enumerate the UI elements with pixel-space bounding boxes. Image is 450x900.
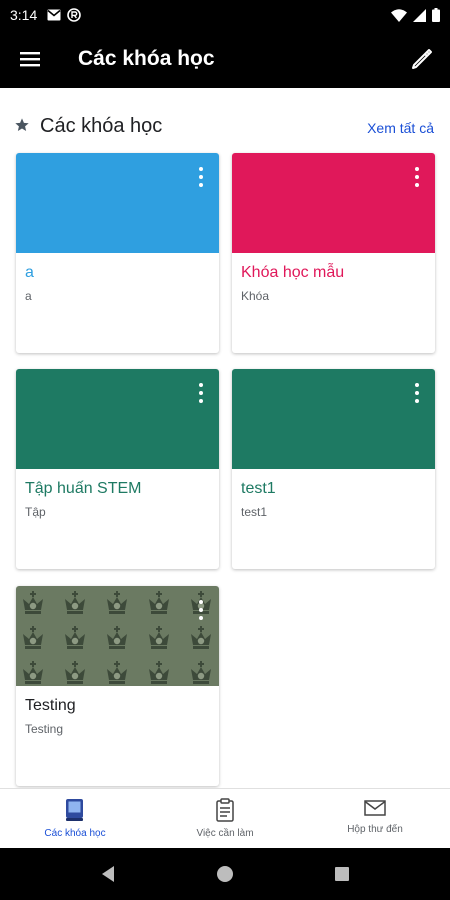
course-card[interactable]: Testing Testing <box>16 586 219 786</box>
course-subtitle: Tập <box>25 505 46 519</box>
more-options-icon[interactable] <box>413 383 421 403</box>
menu-button[interactable] <box>0 30 60 88</box>
course-subtitle: test1 <box>241 505 268 519</box>
course-title: test1 <box>241 480 276 497</box>
nav-label: Việc cần làm <box>196 828 254 839</box>
course-banner <box>16 153 219 253</box>
section-title: Các khóa học <box>40 115 163 137</box>
mail-icon <box>364 800 386 816</box>
see-all-link[interactable]: Xem tất cả <box>367 120 434 136</box>
nav-label: Hộp thư đến <box>347 824 403 835</box>
course-banner <box>232 153 435 253</box>
course-title: Tập huấn STEM <box>25 480 142 497</box>
course-card[interactable]: test1 test1 <box>232 369 435 569</box>
course-subtitle: Khóa <box>241 289 270 303</box>
signal-icon <box>413 8 426 22</box>
course-title: Khóa học mẫu <box>241 264 345 281</box>
more-options-icon[interactable] <box>413 167 421 187</box>
more-options-icon[interactable] <box>197 167 205 187</box>
status-time: 3:14 <box>10 7 38 23</box>
course-banner <box>16 369 219 469</box>
section-header: Các khóa học Xem tất cả <box>0 112 450 144</box>
system-navigation-bar <box>0 848 450 900</box>
status-bar: 3:14 <box>0 0 450 30</box>
app-title: Các khóa học <box>78 47 215 70</box>
course-banner <box>232 369 435 469</box>
courses-icon <box>66 799 83 821</box>
course-subtitle: Testing <box>25 722 64 736</box>
course-card[interactable]: Tập huấn STEM Tập <box>16 369 219 569</box>
back-icon[interactable] <box>100 865 116 883</box>
crown-pattern-banner <box>16 586 219 686</box>
courses-content: Các khóa học Xem tất cả a a Khóa học mẫu… <box>0 88 450 788</box>
course-card[interactable]: a a <box>16 153 219 353</box>
bottom-navigation: Các khóa học Việc cần làm Hộp thư đến <box>0 788 450 848</box>
recents-icon[interactable] <box>334 866 350 882</box>
more-options-icon[interactable] <box>197 383 205 403</box>
wifi-icon <box>391 8 407 22</box>
hamburger-icon <box>20 52 40 67</box>
nav-inbox[interactable]: Hộp thư đến <box>300 789 450 848</box>
app-bar: Các khóa học <box>0 30 450 88</box>
edit-button[interactable] <box>394 30 450 88</box>
nav-label: Các khóa học <box>44 828 106 839</box>
nav-courses[interactable]: Các khóa học <box>0 789 150 848</box>
circle-r-icon <box>67 8 82 22</box>
course-card[interactable]: Khóa học mẫu Khóa <box>232 153 435 353</box>
course-subtitle: a <box>25 289 32 303</box>
gmail-icon <box>47 9 61 21</box>
pencil-icon <box>412 49 432 69</box>
course-title: a <box>25 264 34 281</box>
home-icon[interactable] <box>216 865 234 883</box>
course-title: Testing <box>25 697 76 714</box>
star-icon <box>15 118 29 131</box>
more-options-icon[interactable] <box>197 600 205 620</box>
battery-icon <box>432 8 440 22</box>
clipboard-icon <box>216 798 234 822</box>
nav-todo[interactable]: Việc cần làm <box>150 789 300 848</box>
